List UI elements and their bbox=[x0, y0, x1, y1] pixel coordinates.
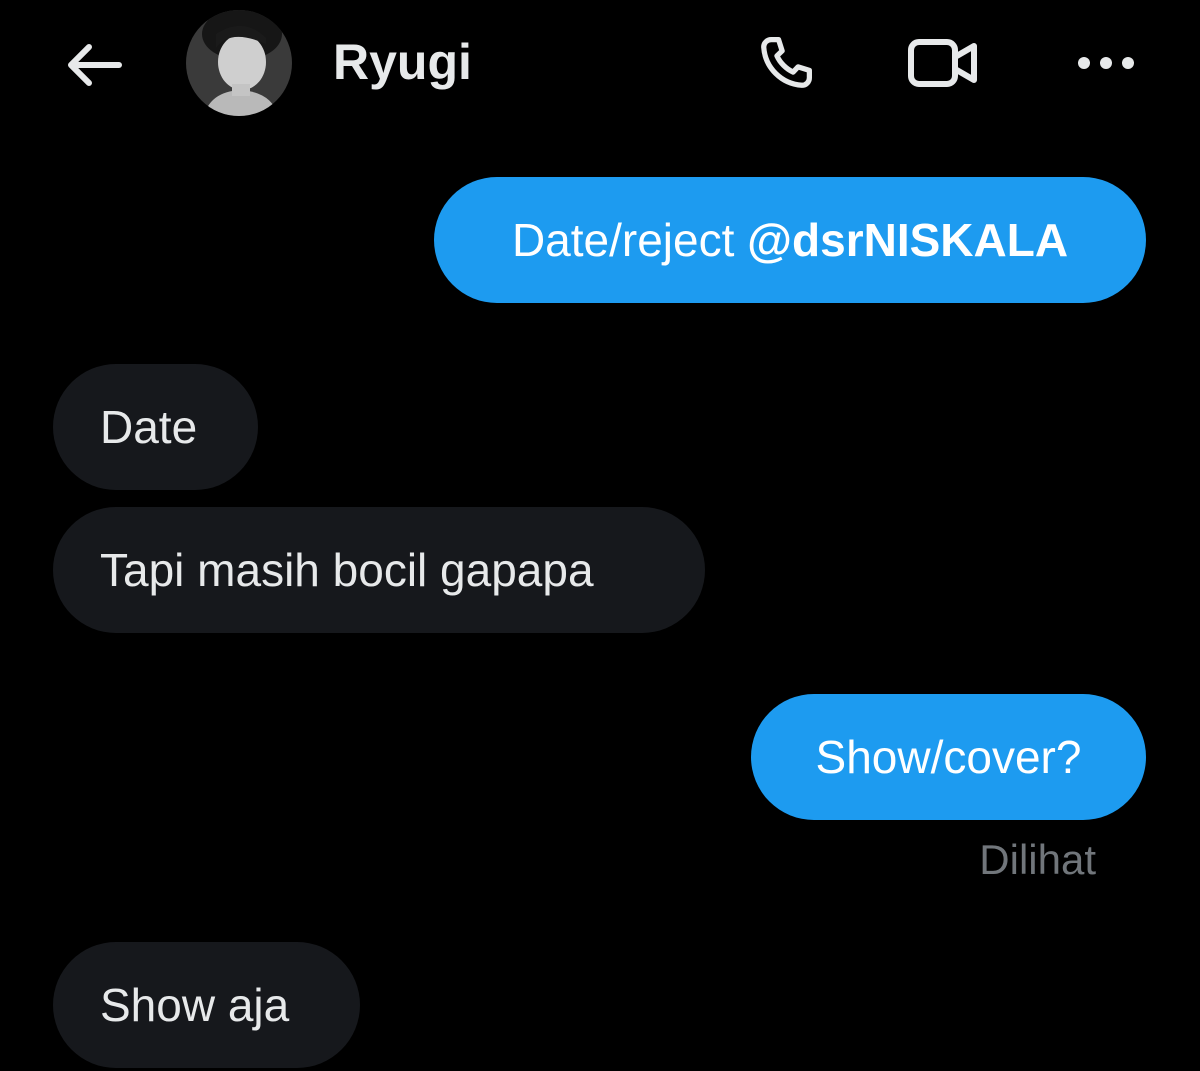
message-text: Date/reject bbox=[511, 214, 748, 266]
video-camera-icon bbox=[908, 39, 977, 87]
mention-link[interactable]: @dsrNISKALA bbox=[747, 214, 1068, 266]
voice-call-button[interactable] bbox=[748, 28, 824, 98]
message-text: Show aja bbox=[100, 979, 290, 1031]
message-bubble-sent[interactable]: Show/cover? bbox=[751, 694, 1146, 820]
video-call-button[interactable] bbox=[906, 28, 982, 98]
conversation-header: Ryugi bbox=[0, 0, 1200, 130]
back-button[interactable] bbox=[58, 34, 128, 96]
message-text: Show/cover? bbox=[815, 731, 1082, 783]
arrow-left-icon bbox=[68, 44, 122, 86]
read-receipt: Dilihat bbox=[979, 836, 1096, 883]
avatar[interactable] bbox=[186, 10, 292, 116]
message-bubble-received[interactable]: Date bbox=[53, 364, 258, 490]
contact-name[interactable]: Ryugi bbox=[333, 30, 472, 94]
message-text: Date bbox=[100, 401, 198, 453]
avatar-image bbox=[186, 10, 292, 116]
message-bubble-received[interactable]: Tapi masih bocil gapapa bbox=[53, 507, 705, 633]
message-bubble-received[interactable]: Show aja bbox=[53, 942, 360, 1068]
more-options-button[interactable] bbox=[1068, 28, 1144, 98]
more-horizontal-icon bbox=[1078, 57, 1134, 69]
message-text: Tapi masih bocil gapapa bbox=[100, 544, 594, 596]
message-bubble-sent[interactable]: Date/reject @dsrNISKALA bbox=[434, 177, 1146, 303]
phone-icon bbox=[761, 37, 812, 88]
